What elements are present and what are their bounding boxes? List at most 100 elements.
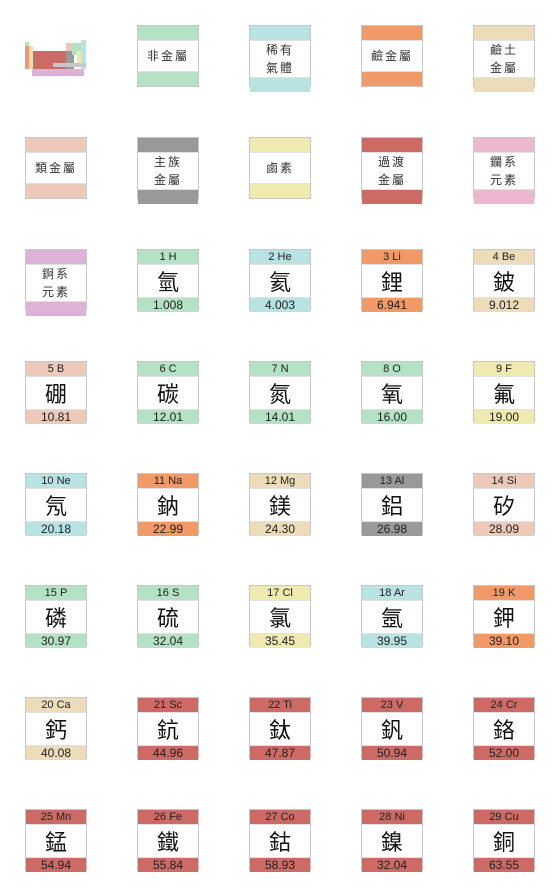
category-label: 稀有 氣體 xyxy=(250,40,310,78)
category-sticker-metalloid[interactable]: 類金屬 xyxy=(25,137,87,199)
element-sticker[interactable]: 10 Ne 氖 20.18 xyxy=(25,473,87,536)
element-chinese-name: 氫 xyxy=(138,264,198,298)
category-label-line: 主族 xyxy=(153,155,182,169)
element-sticker[interactable]: 11 Na 鈉 22.99 xyxy=(137,473,199,536)
element-sticker[interactable]: 12 Mg 鎂 24.30 xyxy=(249,473,311,536)
category-color-band-bottom xyxy=(474,78,534,92)
element-chinese-name: 鐵 xyxy=(138,824,198,858)
category-label: 主族 金屬 xyxy=(138,152,198,190)
element-chinese-name: 矽 xyxy=(474,488,534,522)
category-label-line: 氣體 xyxy=(265,61,294,75)
category-color-band-top xyxy=(26,250,86,264)
category-label: 鑭系 元素 xyxy=(474,152,534,190)
element-number-symbol: 6 C xyxy=(138,362,198,376)
category-label: 鹵素 xyxy=(250,152,310,184)
category-sticker-alkali-metal[interactable]: 鹼金屬 xyxy=(361,25,423,87)
element-chinese-name: 鉻 xyxy=(474,712,534,746)
element-sticker[interactable]: 9 F 氟 19.00 xyxy=(473,361,535,424)
category-sticker-halogen[interactable]: 鹵素 xyxy=(249,137,311,199)
element-chinese-name: 鈦 xyxy=(250,712,310,746)
element-atomic-mass: 35.45 xyxy=(250,634,310,648)
category-color-band-top xyxy=(26,138,86,152)
element-number-symbol: 26 Fe xyxy=(138,810,198,824)
element-sticker[interactable]: 5 B 硼 10.81 xyxy=(25,361,87,424)
category-sticker-nonmetal[interactable]: 非金屬 xyxy=(137,25,199,87)
element-atomic-mass: 39.10 xyxy=(474,634,534,648)
element-sticker[interactable]: 1 H 氫 1.008 xyxy=(137,249,199,312)
element-sticker[interactable]: 24 Cr 鉻 52.00 xyxy=(473,697,535,760)
element-number-symbol: 21 Sc xyxy=(138,698,198,712)
category-label-line: 元素 xyxy=(489,173,518,187)
element-sticker[interactable]: 22 Ti 鈦 47.87 xyxy=(249,697,311,760)
element-chinese-name: 氖 xyxy=(26,488,86,522)
element-chinese-name: 硫 xyxy=(138,600,198,634)
element-atomic-mass: 55.84 xyxy=(138,858,198,872)
element-number-symbol: 15 P xyxy=(26,586,86,600)
element-atomic-mass: 40.08 xyxy=(26,746,86,760)
element-sticker[interactable]: 15 P 磷 30.97 xyxy=(25,585,87,648)
element-sticker[interactable]: 29 Cu 銅 63.55 xyxy=(473,809,535,872)
category-color-band-top xyxy=(474,138,534,152)
category-color-band-bottom xyxy=(26,302,86,316)
element-sticker[interactable]: 16 S 硫 32.04 xyxy=(137,585,199,648)
element-sticker[interactable]: 6 C 碳 12.01 xyxy=(137,361,199,424)
category-sticker-alkaline-earth-metal[interactable]: 鹼土 金屬 xyxy=(473,25,535,92)
category-label-line: 類金屬 xyxy=(34,161,77,175)
element-atomic-mass: 26.98 xyxy=(362,522,422,536)
element-chinese-name: 氬 xyxy=(362,600,422,634)
element-number-symbol: 2 He xyxy=(250,250,310,264)
element-sticker[interactable]: 7 N 氮 14.01 xyxy=(249,361,311,424)
element-sticker[interactable]: 19 K 鉀 39.10 xyxy=(473,585,535,648)
category-label: 非金屬 xyxy=(138,40,198,72)
element-sticker[interactable]: 23 V 釩 50.94 xyxy=(361,697,423,760)
periodic-table-icon[interactable] xyxy=(25,38,87,76)
element-sticker[interactable]: 8 O 氧 16.00 xyxy=(361,361,423,424)
element-sticker[interactable]: 20 Ca 鈣 40.08 xyxy=(25,697,87,760)
category-color-band-bottom xyxy=(250,184,310,198)
element-number-symbol: 9 F xyxy=(474,362,534,376)
element-sticker[interactable]: 2 He 氦 4.003 xyxy=(249,249,311,312)
element-chinese-name: 氯 xyxy=(250,600,310,634)
element-number-symbol: 4 Be xyxy=(474,250,534,264)
category-sticker-noble-gas[interactable]: 稀有 氣體 xyxy=(249,25,311,92)
element-atomic-mass: 52.00 xyxy=(474,746,534,760)
category-color-band-top xyxy=(362,26,422,40)
element-number-symbol: 7 N xyxy=(250,362,310,376)
element-chinese-name: 氮 xyxy=(250,376,310,410)
element-sticker[interactable]: 18 Ar 氬 39.95 xyxy=(361,585,423,648)
element-sticker[interactable]: 28 Ni 鎳 32.04 xyxy=(361,809,423,872)
element-atomic-mass: 20.18 xyxy=(26,522,86,536)
element-atomic-mass: 16.00 xyxy=(362,410,422,424)
element-number-symbol: 1 H xyxy=(138,250,198,264)
category-sticker-lanthanide[interactable]: 鑭系 元素 xyxy=(473,137,535,204)
element-atomic-mass: 44.96 xyxy=(138,746,198,760)
element-atomic-mass: 28.09 xyxy=(474,522,534,536)
category-color-band-bottom xyxy=(362,72,422,86)
element-sticker[interactable]: 25 Mn 錳 54.94 xyxy=(25,809,87,872)
element-sticker[interactable]: 13 Al 鋁 26.98 xyxy=(361,473,423,536)
element-sticker[interactable]: 3 Li 鋰 6.941 xyxy=(361,249,423,312)
element-atomic-mass: 32.04 xyxy=(138,634,198,648)
element-sticker[interactable]: 14 Si 矽 28.09 xyxy=(473,473,535,536)
element-sticker[interactable]: 27 Co 鈷 58.93 xyxy=(249,809,311,872)
category-label: 類金屬 xyxy=(26,152,86,184)
category-sticker-transition-metal[interactable]: 過渡 金屬 xyxy=(361,137,423,204)
element-sticker[interactable]: 21 Sc 鈧 44.96 xyxy=(137,697,199,760)
icon-f-block xyxy=(32,69,84,76)
element-number-symbol: 23 V xyxy=(362,698,422,712)
category-sticker-actinide[interactable]: 錒系 元素 xyxy=(25,249,87,316)
category-sticker-post-transition-metal[interactable]: 主族 金屬 xyxy=(137,137,199,204)
category-color-band-bottom xyxy=(138,72,198,86)
element-chinese-name: 鈹 xyxy=(474,264,534,298)
element-sticker[interactable]: 4 Be 鈹 9.012 xyxy=(473,249,535,312)
category-label-line: 鹼土 xyxy=(489,43,518,57)
category-color-band-top xyxy=(138,26,198,40)
category-label-line: 元素 xyxy=(41,285,70,299)
element-atomic-mass: 10.81 xyxy=(26,410,86,424)
element-atomic-mass: 54.94 xyxy=(26,858,86,872)
element-sticker[interactable]: 17 Cl 氯 35.45 xyxy=(249,585,311,648)
element-sticker[interactable]: 26 Fe 鐵 55.84 xyxy=(137,809,199,872)
element-number-symbol: 3 Li xyxy=(362,250,422,264)
element-atomic-mass: 24.30 xyxy=(250,522,310,536)
element-atomic-mass: 19.00 xyxy=(474,410,534,424)
